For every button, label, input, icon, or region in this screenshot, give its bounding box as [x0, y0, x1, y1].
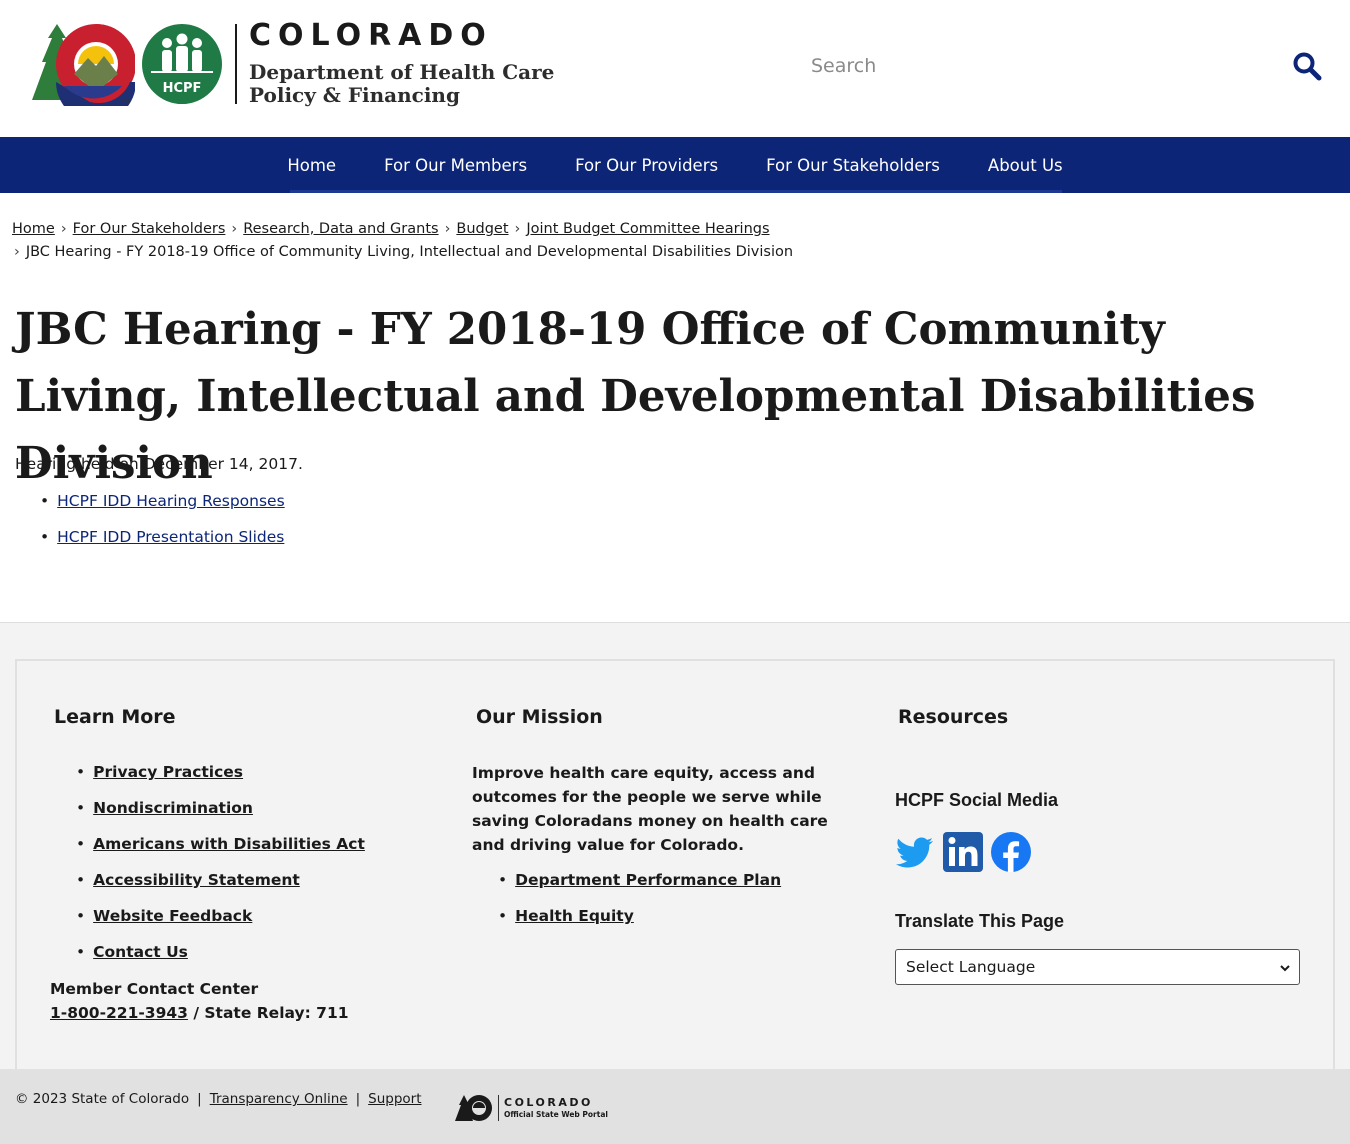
- support-link[interactable]: Support: [368, 1091, 421, 1107]
- nav-item-members[interactable]: For Our Members: [360, 156, 551, 175]
- breadcrumb-current: JBC Hearing - FY 2018-19 Office of Commu…: [25, 244, 794, 260]
- mission-heading: Our Mission: [476, 706, 603, 728]
- list-item: Americans with Disabilities Act: [76, 833, 365, 855]
- learn-more-heading: Learn More: [54, 706, 176, 728]
- facebook-icon[interactable]: [991, 831, 1031, 873]
- bottom-bar: © 2023 State of Colorado | Transparency On…: [0, 1069, 1350, 1144]
- breadcrumb-separator: ›: [514, 221, 521, 237]
- social-links: [895, 831, 1031, 873]
- copyright-text: © 2023 State of Colorado: [15, 1091, 190, 1107]
- hcpf-badge-text: HCPF: [163, 81, 202, 96]
- language-select-value: Select Language: [906, 958, 1036, 976]
- portal-text: COLORADO Official State Web Portal: [504, 1095, 608, 1120]
- logo-state-name: COLORADO: [249, 18, 493, 53]
- translate-heading: Translate This Page: [895, 911, 1065, 931]
- nav-list: Home For Our Members For Our Providers F…: [0, 137, 1350, 193]
- contact-phone-link[interactable]: 1-800-221-3943: [50, 1004, 188, 1022]
- resources-heading: Resources: [898, 706, 1009, 728]
- breadcrumb-separator: ›: [60, 221, 67, 237]
- svg-text:TM: TM: [121, 100, 129, 106]
- colorado-logo-icon: TM: [32, 24, 135, 106]
- footer-link-feedback[interactable]: Website Feedback: [93, 905, 252, 927]
- nav-item-about[interactable]: About Us: [964, 156, 1087, 175]
- list-item: HCPF IDD Presentation Slides: [40, 526, 285, 548]
- chevron-down-icon: [1280, 965, 1290, 972]
- linkedin-icon[interactable]: [943, 831, 983, 873]
- hearing-date-text: Hearing held on December 14, 2017.: [15, 455, 303, 473]
- footer-link-health-equity[interactable]: Health Equity: [515, 905, 634, 927]
- nav-underline: [290, 190, 1062, 193]
- colorado-portal-icon: [455, 1095, 492, 1121]
- logo-text: COLORADO Department of Health Care Polic…: [249, 21, 554, 107]
- transparency-online-link[interactable]: Transparency Online: [210, 1091, 348, 1107]
- breadcrumb-link-jbc-hearings[interactable]: Joint Budget Committee Hearings: [526, 221, 769, 237]
- twitter-icon[interactable]: [895, 831, 935, 873]
- breadcrumb-link-research[interactable]: Research, Data and Grants: [243, 221, 438, 237]
- nav-item-home[interactable]: Home: [263, 156, 360, 175]
- site-logo[interactable]: TM HCPF COLORADO Department of Health Ca…: [30, 21, 554, 107]
- social-media-heading: HCPF Social Media: [895, 790, 1059, 810]
- member-contact: Member Contact Center 1-800-221-3943 / S…: [50, 977, 349, 1025]
- list-item: Privacy Practices: [76, 761, 365, 783]
- mission-text: Improve health care equity, access and o…: [472, 764, 828, 854]
- footer-link-privacy[interactable]: Privacy Practices: [93, 761, 243, 783]
- nav-item-stakeholders[interactable]: For Our Stakeholders: [742, 156, 964, 175]
- copyright-line: © 2023 State of Colorado | Transparency On…: [15, 1091, 422, 1107]
- footer-link-performance-plan[interactable]: Department Performance Plan: [515, 869, 781, 891]
- list-item: Contact Us: [76, 941, 365, 963]
- search-input[interactable]: [800, 55, 1270, 77]
- doc-link-hearing-responses[interactable]: HCPF IDD Hearing Responses: [57, 490, 285, 512]
- list-item: Health Equity: [498, 905, 781, 927]
- portal-subtitle: Official State Web Portal: [504, 1109, 608, 1119]
- list-item: Accessibility Statement: [76, 869, 365, 891]
- search-form: [800, 40, 1330, 92]
- breadcrumb-separator: ›: [14, 244, 20, 260]
- list-item: HCPF IDD Hearing Responses: [40, 490, 285, 512]
- logo-dept-line1: Department of Health Care: [249, 60, 555, 84]
- list-item: Nondiscrimination: [76, 797, 365, 819]
- state-portal-logo[interactable]: COLORADO Official State Web Portal: [455, 1093, 608, 1123]
- list-item: Department Performance Plan: [498, 869, 781, 891]
- language-select[interactable]: Select Language: [895, 949, 1300, 985]
- breadcrumb-separator: ›: [231, 221, 238, 237]
- logo-divider: [235, 24, 237, 104]
- nav-item-providers[interactable]: For Our Providers: [551, 156, 742, 175]
- footer-link-nondiscrimination[interactable]: Nondiscrimination: [93, 797, 253, 819]
- breadcrumb-separator: ›: [444, 221, 451, 237]
- site-header: TM HCPF COLORADO Department of Health Ca…: [0, 0, 1350, 137]
- footer-link-contact[interactable]: Contact Us: [93, 941, 188, 963]
- list-item: Website Feedback: [76, 905, 365, 927]
- contact-label: Member Contact Center: [50, 980, 259, 998]
- footer-link-ada[interactable]: Americans with Disabilities Act: [93, 833, 365, 855]
- state-relay-text: / State Relay: 711: [187, 1004, 349, 1022]
- portal-state-name: COLORADO: [504, 1095, 593, 1109]
- mission-list: Department Performance Plan Health Equit…: [498, 869, 781, 941]
- breadcrumb: Home › For Our Stakeholders › Research, Data…: [12, 218, 1332, 264]
- doc-link-presentation-slides[interactable]: HCPF IDD Presentation Slides: [57, 526, 284, 548]
- breadcrumb-link-budget[interactable]: Budget: [456, 221, 508, 237]
- breadcrumb-link-home[interactable]: Home: [12, 221, 55, 237]
- footer-link-accessibility[interactable]: Accessibility Statement: [93, 869, 300, 891]
- document-list: HCPF IDD Hearing Responses HCPF IDD Pres…: [40, 490, 285, 562]
- logo-dept-line2: Policy & Financing: [249, 83, 460, 107]
- learn-more-list: Privacy Practices Nondiscrimination Amer…: [76, 761, 365, 977]
- search-icon[interactable]: [1292, 51, 1322, 81]
- hcpf-logo-icon: HCPF: [142, 24, 222, 104]
- breadcrumb-link-stakeholders[interactable]: For Our Stakeholders: [73, 221, 226, 237]
- main-nav: Home For Our Members For Our Providers F…: [0, 137, 1350, 193]
